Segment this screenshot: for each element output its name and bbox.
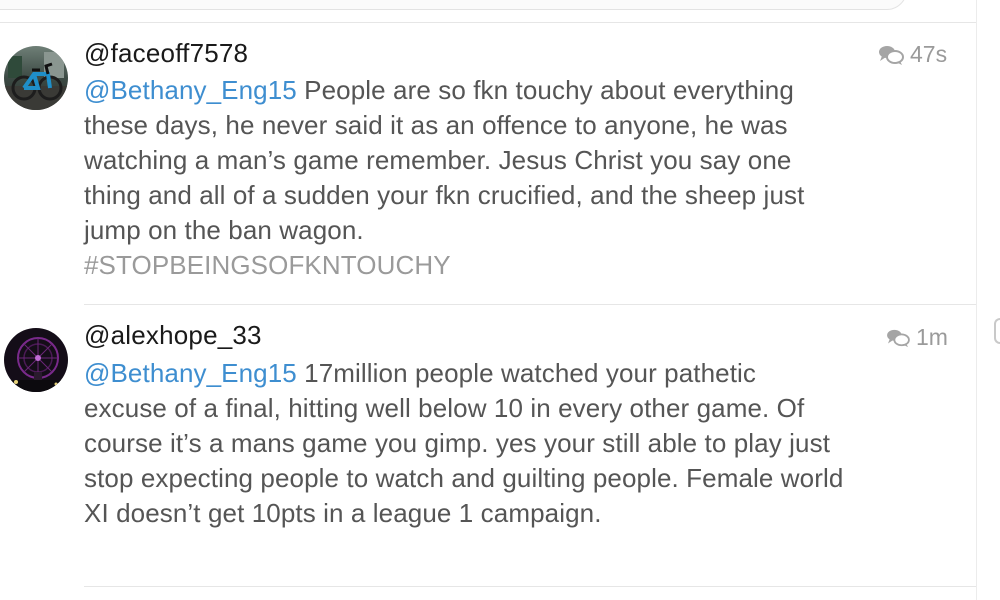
side-panel-edge: [976, 0, 1000, 600]
tweet-hashtag[interactable]: #STOPBEINGSOFKNTOUCHY: [84, 248, 844, 283]
night-wheel-avatar-icon: [4, 328, 68, 392]
tweet-body: @Bethany_Eng15 17million people watched …: [84, 356, 844, 531]
tweet-username[interactable]: @alexhope_33: [84, 320, 262, 351]
tweet-meta: 47s: [878, 41, 947, 68]
tweet-timestamp: 1m: [916, 324, 948, 350]
avatar[interactable]: [4, 328, 68, 392]
tweet-username[interactable]: @faceoff7578: [84, 38, 248, 69]
tweet-mention[interactable]: @Bethany_Eng15: [84, 75, 297, 105]
tweet-mention[interactable]: @Bethany_Eng15: [84, 358, 297, 388]
reply-icon[interactable]: [878, 44, 904, 66]
tweet-meta: 1m: [886, 324, 948, 351]
tweet-item[interactable]: @faceoff7578 47s @Bethany_Eng15 People a…: [0, 0, 976, 304]
tweet-timestamp: 47s: [910, 41, 948, 67]
side-panel-handle[interactable]: [994, 318, 1000, 344]
reply-icon[interactable]: [886, 328, 910, 348]
tweet-divider: [84, 586, 976, 587]
tweet-body: @Bethany_Eng15 People are so fkn touchy …: [84, 73, 844, 283]
tweet-item[interactable]: @alexhope_33 1m @Bethany_Eng15 17million…: [0, 304, 976, 586]
bicycle-avatar-icon: [4, 46, 68, 110]
timeline-page: @faceoff7578 47s @Bethany_Eng15 People a…: [0, 0, 1000, 600]
avatar[interactable]: [4, 46, 68, 110]
